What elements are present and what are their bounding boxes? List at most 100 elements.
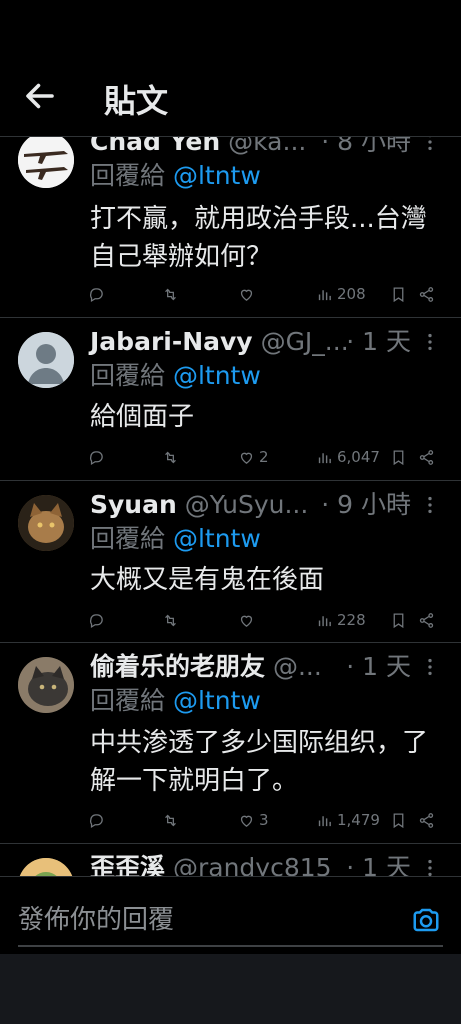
author-name[interactable]: Syuan — [90, 490, 177, 519]
reply-icon — [90, 287, 103, 302]
cat-avatar-image — [18, 657, 74, 713]
reply-composer — [0, 876, 461, 955]
retweet-icon — [165, 814, 176, 826]
heart-icon — [240, 452, 253, 464]
views-button[interactable]: 1,479 — [316, 809, 380, 831]
mention-link[interactable]: @ltntw — [173, 686, 261, 715]
reply-to-line: 回覆給 @ltntw — [90, 359, 261, 393]
mention-link[interactable]: @ltntw — [173, 161, 261, 190]
reply-prefix: 回覆給 — [90, 524, 166, 553]
default-avatar-icon — [18, 332, 74, 388]
retweet-icon — [165, 451, 176, 463]
reply-header: Jabari-Navy @GJ_... · 1 天 — [90, 325, 447, 359]
reply-to-line: 回覆給 @ltntw — [90, 159, 261, 193]
reply-item[interactable]: Syuan @YuSyu... · 9 小時 回覆給 @ltntw 大概又是有鬼… — [0, 480, 461, 643]
reply-to-line: 回覆給 @ltntw — [90, 684, 261, 718]
reply-header: 歪歪溪 @randyc815 · 1 天 — [90, 851, 447, 876]
views-icon — [318, 615, 331, 626]
timestamp[interactable]: · 9 小時 — [321, 488, 411, 522]
bookmark-icon — [393, 449, 404, 465]
avatar[interactable] — [18, 132, 74, 188]
replies-feed[interactable]: Chad Yen @ka... · 8 小時 回覆給 @ltntw 打不贏，就用… — [0, 100, 461, 876]
like-button[interactable] — [238, 609, 259, 631]
action-bar: 2 6,047 — [88, 446, 444, 468]
author-name[interactable]: 偷着乐的老朋友 — [90, 652, 265, 681]
reply-icon — [90, 450, 103, 465]
share-icon — [419, 612, 434, 628]
views-count: 1,479 — [337, 811, 380, 829]
like-count: 3 — [259, 811, 269, 829]
retweet-button[interactable] — [162, 283, 179, 305]
retweet-button[interactable] — [162, 446, 179, 468]
reply-button[interactable] — [88, 809, 105, 831]
reply-button[interactable] — [88, 446, 105, 468]
retweet-icon — [165, 614, 176, 626]
retweet-button[interactable] — [162, 809, 179, 831]
top-bar: 貼文 — [0, 0, 461, 137]
mention-link[interactable]: @ltntw — [173, 524, 261, 553]
more-vertical-icon[interactable] — [419, 656, 441, 678]
reply-item[interactable]: 偷着乐的老朋友 @... · 1 天 回覆給 @ltntw 中共渗透了多少国际组… — [0, 642, 461, 844]
bookmark-button[interactable] — [390, 283, 407, 305]
like-button[interactable]: 3 — [238, 809, 269, 831]
timestamp[interactable]: · 1 天 — [346, 851, 411, 876]
author-name[interactable]: Jabari-Navy — [90, 327, 253, 356]
author-handle[interactable]: @GJ_... — [261, 327, 349, 356]
like-button[interactable]: 2 — [238, 446, 269, 468]
bookmark-button[interactable] — [390, 446, 407, 468]
timestamp[interactable]: · 1 天 — [346, 325, 411, 359]
author-handle[interactable]: @YuSyu... — [185, 490, 309, 519]
heart-icon — [240, 815, 253, 827]
reply-text: 給個面子 — [90, 402, 195, 432]
avatar[interactable] — [18, 858, 74, 876]
camera-icon[interactable] — [411, 905, 441, 935]
views-icon — [318, 452, 331, 463]
more-vertical-icon[interactable] — [419, 857, 441, 876]
views-count: 228 — [337, 611, 366, 629]
reply-input[interactable] — [18, 895, 443, 947]
like-button[interactable] — [238, 283, 259, 305]
share-button[interactable] — [418, 609, 435, 631]
share-button[interactable] — [418, 809, 435, 831]
reply-icon — [90, 613, 103, 628]
bookmark-button[interactable] — [390, 809, 407, 831]
views-button[interactable]: 6,047 — [316, 446, 380, 468]
share-button[interactable] — [418, 283, 435, 305]
rifle-avatar-image — [18, 132, 74, 188]
more-vertical-icon[interactable] — [419, 494, 441, 516]
reply-button[interactable] — [88, 609, 105, 631]
avatar[interactable] — [18, 332, 74, 388]
reply-prefix: 回覆給 — [90, 686, 166, 715]
action-bar: 228 — [88, 609, 444, 631]
reply-item[interactable]: Jabari-Navy @GJ_... · 1 天 回覆給 @ltntw 給個面… — [0, 317, 461, 481]
share-icon — [419, 812, 434, 828]
author-name[interactable]: 歪歪溪 — [90, 853, 165, 876]
action-bar: 208 — [88, 283, 444, 305]
cat-avatar-image — [18, 495, 74, 551]
retweet-button[interactable] — [162, 609, 179, 631]
timestamp[interactable]: · 1 天 — [346, 650, 411, 684]
bookmark-icon — [393, 612, 404, 628]
views-icon — [318, 289, 331, 300]
views-button[interactable]: 228 — [316, 609, 366, 631]
reply-prefix: 回覆給 — [90, 361, 166, 390]
share-icon — [419, 449, 434, 465]
avatar[interactable] — [18, 657, 74, 713]
arrow-left-icon[interactable] — [22, 78, 58, 114]
views-icon — [318, 815, 331, 826]
retweet-icon — [165, 288, 176, 300]
author-handle[interactable]: @... — [273, 652, 322, 681]
bookmark-icon — [393, 812, 404, 828]
reply-item[interactable]: 歪歪溪 @randyc815 · 1 天 — [0, 843, 461, 876]
views-button[interactable]: 208 — [316, 283, 366, 305]
avatar[interactable] — [18, 495, 74, 551]
share-button[interactable] — [418, 446, 435, 468]
share-icon — [419, 286, 434, 302]
author-handle[interactable]: @randyc815 — [173, 853, 332, 876]
bookmark-icon — [393, 286, 404, 302]
views-count: 208 — [337, 285, 366, 303]
more-vertical-icon[interactable] — [419, 331, 441, 353]
bookmark-button[interactable] — [390, 609, 407, 631]
mention-link[interactable]: @ltntw — [173, 361, 261, 390]
reply-button[interactable] — [88, 283, 105, 305]
